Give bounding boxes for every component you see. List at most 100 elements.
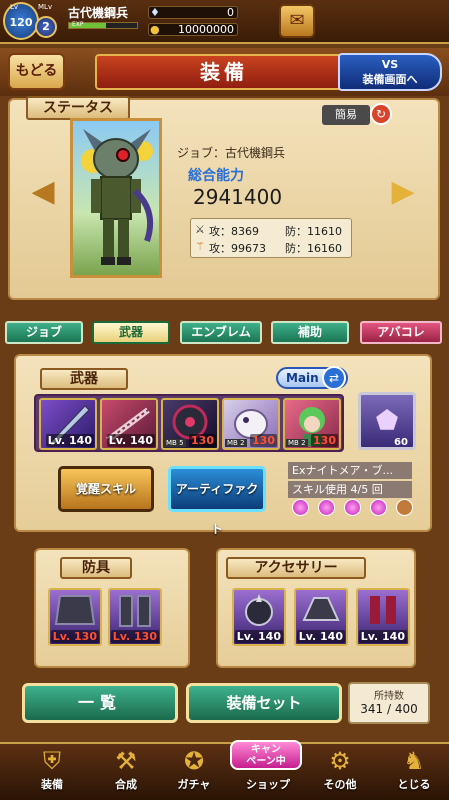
accessory-slot[interactable]: Lv. 140 <box>232 588 286 646</box>
weapon-section-label: 武器 <box>40 368 128 390</box>
owned-value: 341 / 400 <box>360 702 418 716</box>
player-name: 古代機鋼兵 <box>68 6 129 20</box>
job-line: ジョブ：古代機鋼兵 <box>177 146 286 160</box>
accessory-slot[interactable]: Lv. 140 <box>356 588 410 646</box>
campaign-badge[interactable]: キャン ペーン中 <box>230 740 302 770</box>
ex-skill-name: Exナイトメア・ブ... <box>288 462 412 479</box>
list-button[interactable]: 一覧 <box>22 683 178 723</box>
gear-icon: ⚙ <box>329 747 351 775</box>
hammer-icon: ⚒ <box>115 747 137 775</box>
level-prefix: Lv <box>10 3 19 11</box>
simple-view-button[interactable]: 簡易 <box>322 105 370 125</box>
defense-stat-1: 防：11610 <box>285 225 342 238</box>
armor-icon: ⛨ <box>43 747 61 775</box>
weapon-slot[interactable]: Lv. 140 <box>100 398 158 450</box>
weapon-slot[interactable]: MB 2 130 <box>222 398 280 450</box>
skill-charge-icon <box>318 499 335 516</box>
level-badge: 120 <box>3 2 39 40</box>
weapon-slot[interactable]: Lv. 140 <box>39 398 97 450</box>
weapon-level: 130 <box>250 434 277 447</box>
owned-count-box: 所持数 341 / 400 <box>348 682 430 724</box>
nav-label: 装備 <box>41 778 63 791</box>
nav-close[interactable]: ♞ とじる <box>384 746 444 798</box>
weapon-level: Lv. 140 <box>106 434 155 447</box>
master-level-prefix: MLv <box>38 3 53 11</box>
mailbox-icon: ✉ <box>289 10 305 31</box>
character-portrait[interactable] <box>70 118 162 278</box>
exp-label: EXP <box>72 21 84 28</box>
refresh-icon[interactable]: ↻ <box>370 103 392 125</box>
attack-stat-2: 攻：99673 <box>209 242 266 255</box>
accessory-level: Lv. 140 <box>234 630 283 643</box>
tab-weapon[interactable]: 武器 <box>92 321 170 344</box>
vs-equipment-button[interactable]: VS 装備画面へ <box>338 53 442 91</box>
equipment-set-button[interactable]: 装備セット <box>186 683 342 723</box>
accessory-slot[interactable]: Lv. 140 <box>294 588 348 646</box>
gem-icon: ♦ <box>150 6 160 19</box>
skill-charge-empty-icon <box>396 499 413 516</box>
weapon-level: Lv. 140 <box>45 434 94 447</box>
mailbox-button[interactable]: ✉ <box>279 4 315 38</box>
nav-label: とじる <box>397 778 431 791</box>
accessory-level: Lv. 140 <box>358 630 407 643</box>
armor-chest-icon <box>54 595 96 625</box>
armor-level: Lv. 130 <box>50 630 99 643</box>
mb-badge: MB 5 <box>164 439 186 447</box>
staff-icon: ⚚ <box>195 240 205 253</box>
weapon-slot[interactable]: MB 5 130 <box>161 398 219 450</box>
nav-other[interactable]: ⚙ その他 <box>310 746 370 798</box>
vs-label: VS <box>381 58 399 71</box>
character-figure <box>81 129 153 265</box>
skill-use-count: スキル使用 4/5 回 <box>288 481 412 498</box>
back-button[interactable]: もどる <box>8 53 65 90</box>
close-icon: ♞ <box>403 747 425 775</box>
defense-stat-2: 防：16160 <box>285 242 342 255</box>
total-power-value: 2941400 <box>193 185 283 209</box>
swap-icon[interactable]: ⇄ <box>322 366 346 390</box>
nav-gacha[interactable]: ✪ ガチャ <box>164 746 224 798</box>
artifact-button[interactable]: アーティファクト <box>168 466 266 536</box>
skill-charge-icon <box>344 499 361 516</box>
armor-section-label: 防具 <box>60 557 132 579</box>
tab-job[interactable]: ジョブ <box>5 321 83 344</box>
owned-label: 所持数 <box>374 691 404 702</box>
armor-slot[interactable]: Lv. 130 <box>108 588 162 646</box>
weapon-slot[interactable]: MB 2 130 <box>283 398 341 450</box>
awaken-skill-button[interactable]: 覚醒スキル <box>58 466 154 512</box>
master-level-badge: 2 <box>35 16 57 38</box>
skill-charge-icon <box>292 499 309 516</box>
weapon-level: 130 <box>311 434 338 447</box>
weapon-level: 130 <box>189 434 216 447</box>
tab-avatar-collection[interactable]: アバコレ <box>360 321 442 344</box>
next-character-arrow-icon[interactable]: ▶ <box>390 172 416 212</box>
mb-badge: MB 2 <box>225 439 247 447</box>
stat-box: ⚔ 攻：8369 防：11610 ⚚ 攻：99673 防：16160 <box>190 218 352 258</box>
level-value: 120 <box>9 16 33 29</box>
total-power-label: 総合能力 <box>188 168 244 184</box>
coin-counter: 10000000 <box>148 23 238 36</box>
accessory-level: Lv. 140 <box>296 630 345 643</box>
prev-character-arrow-icon[interactable]: ◀ <box>30 172 56 212</box>
coin-icon: ● <box>150 23 160 36</box>
armor-slot[interactable]: Lv. 130 <box>48 588 102 646</box>
pentagon-emblem-icon: ⬟ <box>375 406 399 436</box>
weapon-slot-row: Lv. 140 Lv. 140 MB 5 130 MB 2 130 MB 2 1… <box>34 394 344 452</box>
spiked-gauntlet-icon <box>245 594 273 626</box>
mb-badge: MB 2 <box>286 439 308 447</box>
attack-stat-1: 攻：8369 <box>209 225 259 238</box>
tab-emblem[interactable]: エンブレム <box>180 321 262 344</box>
claw-gauntlet-icon <box>302 597 340 621</box>
armor-level: Lv. 130 <box>110 630 159 643</box>
tab-support[interactable]: 補助 <box>271 321 349 344</box>
gacha-icon: ✪ <box>183 747 205 775</box>
nav-label: ショップ <box>246 778 290 791</box>
status-section-label: ステータス <box>26 96 130 120</box>
red-boots-icon <box>370 596 396 624</box>
gem-counter: 0 <box>148 6 238 19</box>
vs-sublabel: 装備画面へ <box>362 73 418 86</box>
page-title: 装備 <box>95 54 353 90</box>
nav-synthesis[interactable]: ⚒ 合成 <box>96 746 156 798</box>
nav-label: 合成 <box>115 778 137 791</box>
sub-weapon-count: 60 <box>394 437 408 448</box>
nav-equipment[interactable]: ⛨ 装備 <box>22 746 82 798</box>
